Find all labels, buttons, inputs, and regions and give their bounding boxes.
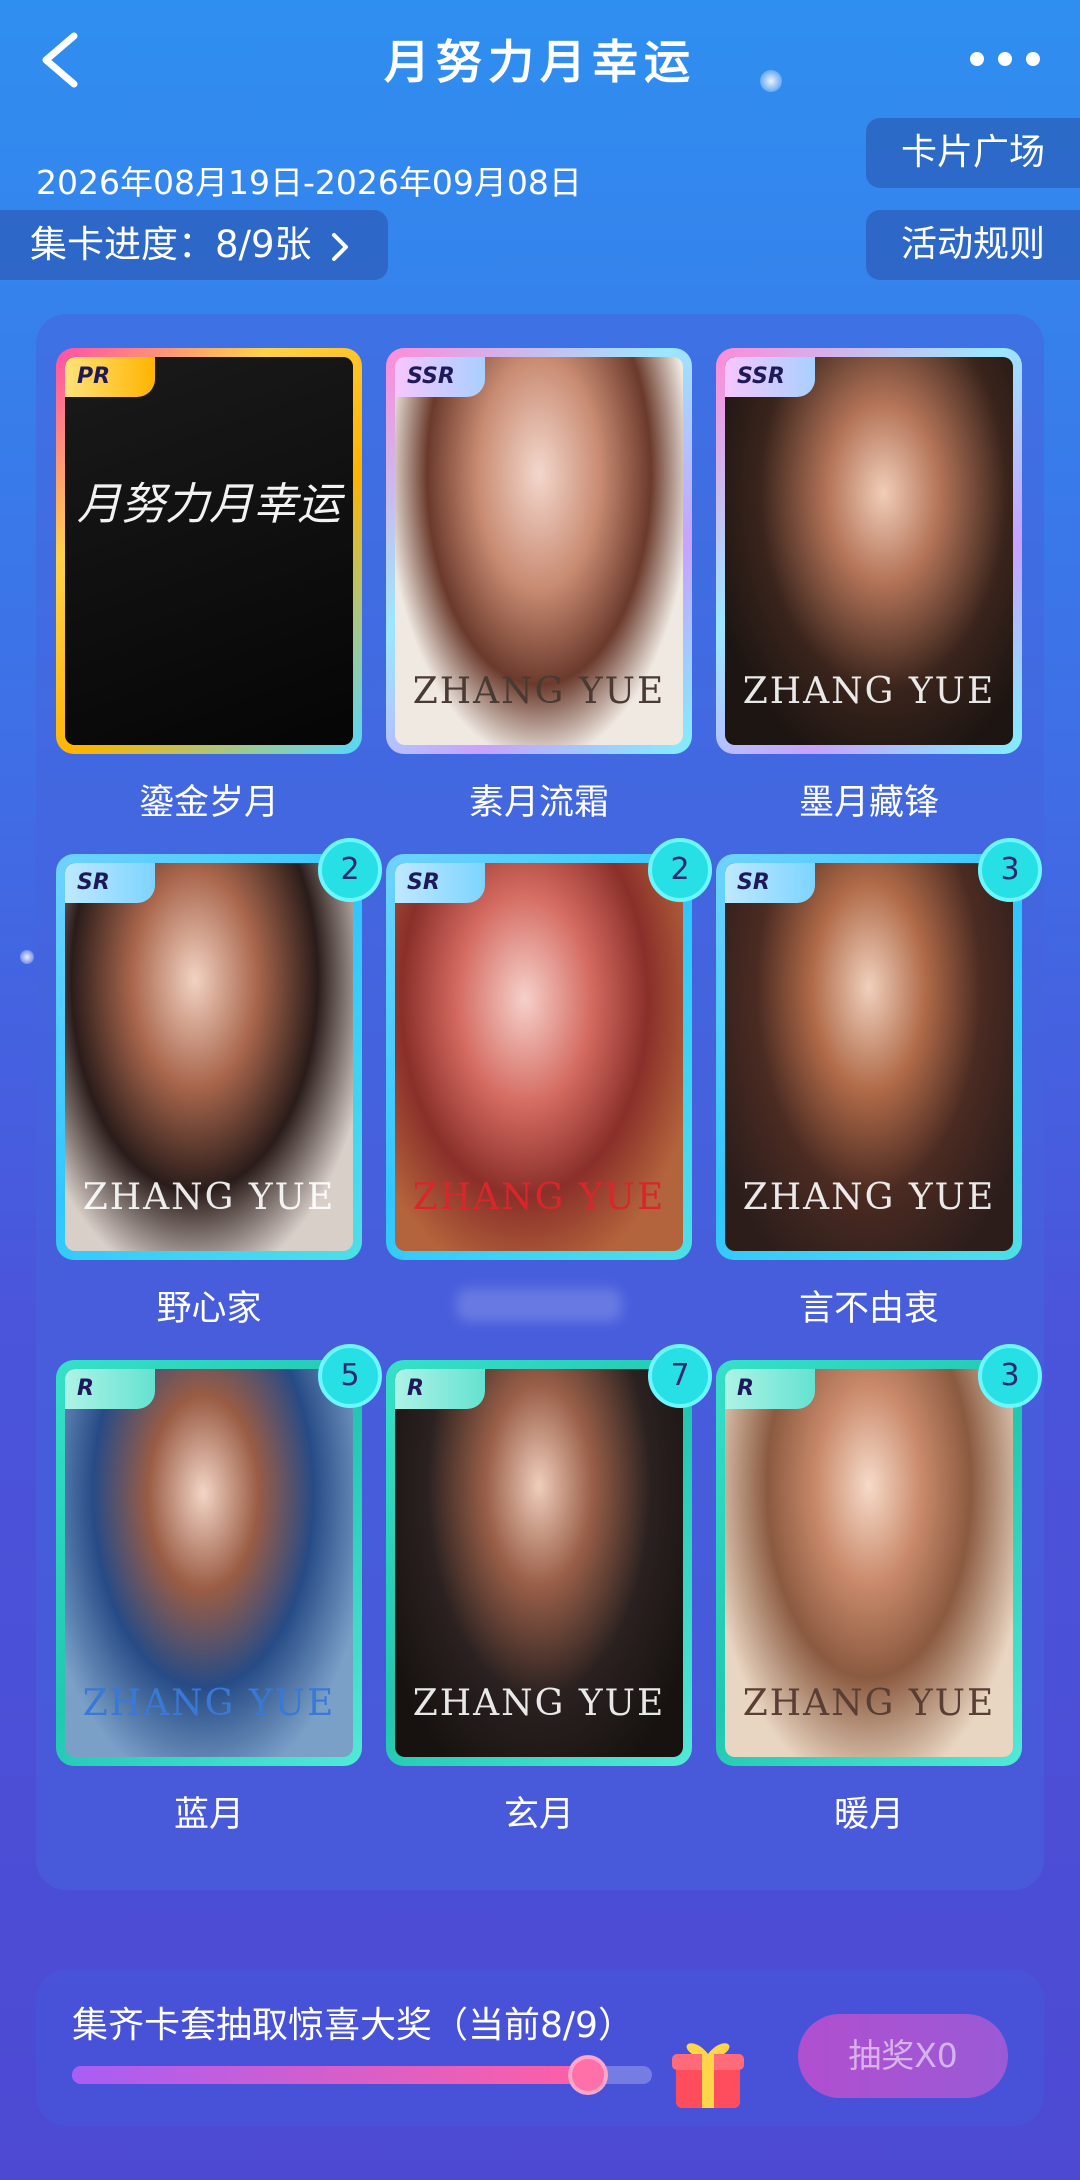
rarity-badge: SR xyxy=(395,863,485,903)
card-tile[interactable]: ZHANG YUE R xyxy=(386,1360,692,1766)
card-wordmark: ZHANG YUE xyxy=(82,1177,336,1218)
card-logo-text: 月努力月幸运 xyxy=(77,479,341,530)
sparkle-decoration xyxy=(20,950,34,964)
card-count-badge: 3 xyxy=(978,1344,1042,1408)
card-wordmark: ZHANG YUE xyxy=(742,671,996,712)
card-plaza-button[interactable]: 卡片广场 xyxy=(866,118,1080,188)
card-name: 暖月 xyxy=(833,1795,904,1835)
rarity-badge: SR xyxy=(725,863,815,903)
card-tile[interactable]: ZHANG YUE SR xyxy=(716,854,1022,1260)
card-tile[interactable]: 月努力月幸运 PR xyxy=(56,348,362,754)
gift-icon xyxy=(672,2043,744,2108)
card-wordmark: ZHANG YUE xyxy=(412,671,666,712)
card-count-badge: 2 xyxy=(648,838,712,902)
card-tile[interactable]: ZHANG YUE SSR xyxy=(386,348,692,754)
top-bar: 月努力月幸运 xyxy=(0,0,1080,120)
card-name: 蓝月 xyxy=(173,1795,244,1835)
card-count-badge: 7 xyxy=(648,1344,712,1408)
card-name: 言不由衷 xyxy=(798,1289,939,1329)
reward-progress-bar xyxy=(72,2055,652,2095)
card-name: 墨月藏锋 xyxy=(798,783,939,823)
collection-progress-label: 集卡进度：8/9张 xyxy=(30,223,312,266)
more-dot xyxy=(1026,52,1040,66)
card-wordmark: ZHANG YUE xyxy=(742,1683,996,1724)
rarity-badge: R xyxy=(395,1369,485,1409)
card-collection-panel: 月努力月幸运 PR ZHANG YUE SSR ZHANG YUE SSR 鎏金… xyxy=(36,314,1044,1890)
blurred-card-name xyxy=(456,1288,622,1322)
card-count-badge: 2 xyxy=(318,838,382,902)
card-wordmark: ZHANG YUE xyxy=(412,1683,666,1724)
card-tile[interactable]: ZHANG YUE SR xyxy=(56,854,362,1260)
card-wordmark: ZHANG YUE xyxy=(742,1177,996,1218)
more-horizontal-icon xyxy=(970,52,984,66)
card-name: 野心家 xyxy=(156,1289,262,1329)
card-tile[interactable]: ZHANG YUE SR xyxy=(386,854,692,1260)
rarity-badge: SSR xyxy=(395,357,485,397)
card-name: 鎏金岁月 xyxy=(138,783,279,823)
rarity-badge: SR xyxy=(65,863,155,903)
card-wordmark: ZHANG YUE xyxy=(82,1683,336,1724)
rarity-badge: PR xyxy=(65,357,155,397)
event-date-range: 2026年08月19日-2026年09月08日 xyxy=(36,163,582,202)
more-dot xyxy=(998,52,1012,66)
card-count-badge: 3 xyxy=(978,838,1042,902)
reward-progress-knob xyxy=(567,2055,608,2095)
card-name: 玄月 xyxy=(503,1795,574,1835)
rarity-badge: R xyxy=(65,1369,155,1409)
reward-panel: 集齐卡套抽取惊喜大奖（当前8/9） 抽奖X0 xyxy=(36,1970,1044,2126)
rules-button[interactable]: 活动规则 xyxy=(866,210,1080,280)
card-wordmark: ZHANG YUE xyxy=(412,1177,666,1218)
more-button[interactable] xyxy=(970,52,1040,66)
card-tile[interactable]: ZHANG YUE R xyxy=(56,1360,362,1766)
card-name: 素月流霜 xyxy=(468,783,609,823)
card-count-badge: 5 xyxy=(318,1344,382,1408)
page-title: 月努力月幸运 xyxy=(384,35,696,89)
rarity-badge: SSR xyxy=(725,357,815,397)
draw-button[interactable]: 抽奖X0 xyxy=(798,2014,1008,2098)
card-tile[interactable]: ZHANG YUE R xyxy=(716,1360,1022,1766)
reward-description: 集齐卡套抽取惊喜大奖（当前8/9） xyxy=(72,2005,634,2046)
collection-progress-button[interactable]: 集卡进度：8/9张 xyxy=(0,210,388,280)
reward-progress-fill xyxy=(72,2066,588,2084)
card-artwork xyxy=(65,357,353,745)
rarity-badge: R xyxy=(725,1369,815,1409)
card-tile[interactable]: ZHANG YUE SSR xyxy=(716,348,1022,754)
chevron-right-icon xyxy=(332,232,349,261)
